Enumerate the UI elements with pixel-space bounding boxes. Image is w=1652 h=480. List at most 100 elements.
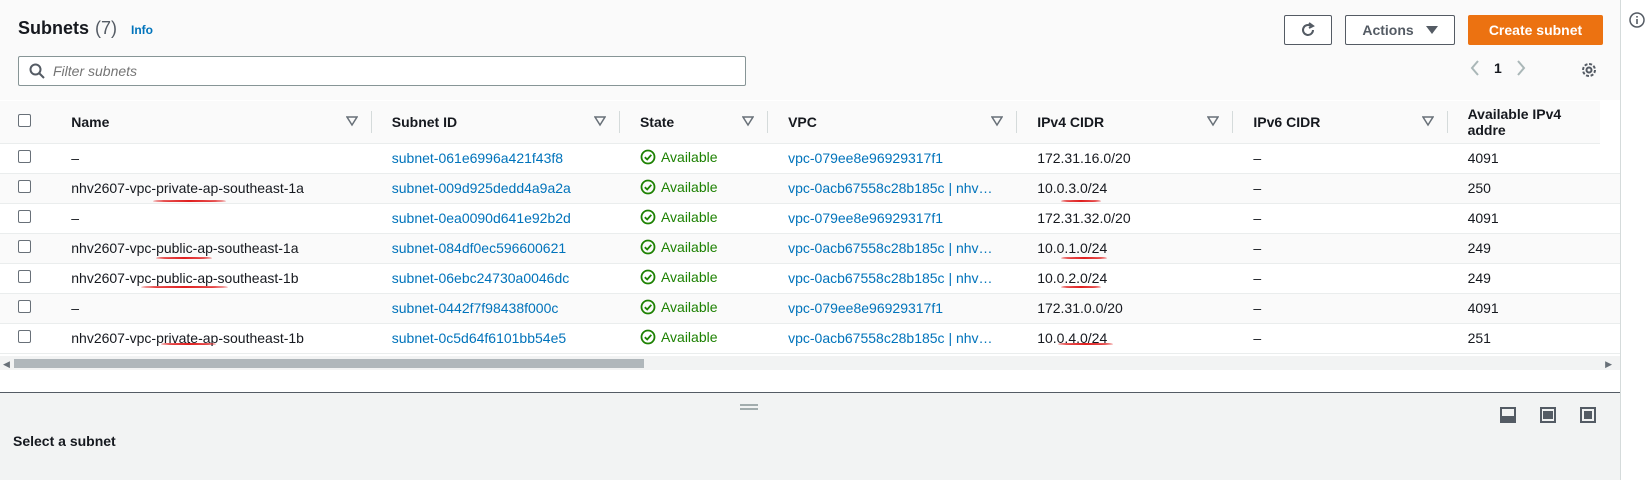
- sort-icon[interactable]: [345, 115, 358, 127]
- cell-ipv6-cidr: –: [1253, 150, 1262, 166]
- column-label: IPv4 CIDR: [1037, 113, 1105, 130]
- actions-button[interactable]: Actions: [1345, 15, 1455, 45]
- column-header-name[interactable]: Name: [51, 101, 372, 144]
- cell-subnet-id-link[interactable]: subnet-0ea0090d641e92b2d: [392, 210, 571, 226]
- check-circle-icon: [640, 179, 656, 194]
- scrollbar-thumb[interactable]: [14, 359, 644, 368]
- select-all-header: [0, 101, 52, 144]
- table-row[interactable]: nhv2607-vpc-public-ap-southeast-1a subnet…: [0, 233, 1620, 264]
- table-row[interactable]: nhv2607-vpc-public-ap-southeast-1b subnet…: [0, 263, 1620, 294]
- cell-available-ipv4: 4091: [1447, 203, 1600, 234]
- cell-vpc-link[interactable]: vpc-079ee8e96929317f1: [788, 300, 943, 316]
- cell-vpc: vpc-0acb67558c28b185c | nhv…: [768, 263, 1018, 294]
- table-row[interactable]: – subnet-061e6996a421f43f8 Available vpc-07…: [0, 143, 1620, 174]
- table-header-row: Name Subnet ID State VPC IPv4 CIDR IPv6 …: [0, 101, 1620, 144]
- cell-subnet-id-link[interactable]: subnet-084df0ec596600621: [392, 240, 566, 256]
- cell-available-ipv4: 249: [1467, 270, 1491, 286]
- cell-vpc-link[interactable]: vpc-079ee8e96929317f1: [788, 150, 943, 166]
- panel-side-icon[interactable]: [1540, 407, 1556, 423]
- panel-bottom-icon[interactable]: [1500, 407, 1516, 423]
- row-select-cell: [0, 323, 52, 354]
- cell-available-ipv4: 4091: [1467, 300, 1499, 316]
- sort-icon[interactable]: [742, 115, 755, 127]
- cell-state: Available: [640, 299, 718, 315]
- table-row[interactable]: nhv2607-vpc-private-ap-southeast-1b subne…: [0, 323, 1620, 354]
- table-row[interactable]: nhv2607-vpc-private-ap-southeast-1a subne…: [0, 173, 1620, 204]
- cell-vpc-link[interactable]: vpc-079ee8e96929317f1: [788, 210, 943, 226]
- cell-available-ipv4: 4091: [1467, 150, 1499, 166]
- row-select-cell: [0, 263, 52, 294]
- scroll-left-icon[interactable]: ◀: [3, 359, 10, 370]
- column-header-vpc[interactable]: VPC: [768, 101, 1018, 144]
- cell-subnet-id-link[interactable]: subnet-06ebc24730a0046dc: [392, 270, 570, 286]
- cell-name: nhv2607-vpc-private-ap-southeast-1b: [71, 330, 304, 346]
- create-subnet-button[interactable]: Create subnet: [1468, 15, 1603, 45]
- subnets-header: Subnets (7) Info Actions Create subnet F…: [0, 0, 1620, 100]
- cell-vpc-link[interactable]: vpc-0acb67558c28b185c | nhv…: [788, 330, 992, 346]
- sort-icon[interactable]: [1207, 115, 1220, 127]
- cell-subnet-id: subnet-061e6996a421f43f8: [371, 143, 620, 174]
- create-subnet-label: Create subnet: [1488, 22, 1583, 38]
- column-header-subnet-id[interactable]: Subnet ID: [371, 101, 620, 144]
- filter-search[interactable]: [18, 56, 746, 86]
- page: Subnets (7) Info Actions Create subnet F…: [0, 0, 1652, 480]
- subnets-table-container[interactable]: Name Subnet ID State VPC IPv4 CIDR IPv6 …: [0, 101, 1620, 356]
- column-header-state[interactable]: State: [619, 101, 769, 144]
- state-label: Available: [660, 178, 718, 195]
- cell-vpc-link[interactable]: vpc-0acb67558c28b185c | nhv…: [788, 270, 992, 286]
- sort-icon[interactable]: [991, 115, 1004, 127]
- cell-available-ipv4: 249: [1447, 263, 1600, 294]
- current-page-number[interactable]: 1: [1494, 60, 1502, 76]
- cell-subnet-id-link[interactable]: subnet-0c5d64f6101bb54e5: [392, 330, 566, 346]
- select-all-checkbox[interactable]: [18, 113, 31, 127]
- info-icon[interactable]: [1629, 12, 1645, 28]
- cell-ipv6-cidr: –: [1233, 173, 1448, 204]
- row-checkbox[interactable]: [18, 240, 31, 253]
- cell-name: nhv2607-vpc-public-ap-southeast-1b: [71, 270, 299, 286]
- drag-handle-icon[interactable]: [740, 404, 758, 410]
- row-checkbox[interactable]: [18, 150, 31, 163]
- cell-vpc-link[interactable]: vpc-0acb67558c28b185c | nhv…: [788, 180, 992, 196]
- select-subnet-message: Select a subnet: [13, 433, 116, 449]
- settings-gear-icon[interactable]: [1580, 61, 1598, 79]
- refresh-button[interactable]: [1284, 15, 1332, 45]
- sort-icon[interactable]: [1421, 115, 1434, 127]
- cell-subnet-id: subnet-0ea0090d641e92b2d: [371, 203, 620, 234]
- cell-available-ipv4: 250: [1467, 180, 1491, 196]
- row-checkbox[interactable]: [18, 210, 31, 223]
- cell-vpc-link[interactable]: vpc-0acb67558c28b185c | nhv…: [788, 240, 992, 256]
- row-checkbox[interactable]: [18, 300, 31, 313]
- column-header-ipv4-cidr[interactable]: IPv4 CIDR: [1017, 101, 1234, 144]
- cell-filler: [1600, 323, 1620, 354]
- cell-subnet-id: subnet-009d925dedd4a9a2a: [371, 173, 620, 204]
- row-checkbox[interactable]: [18, 270, 31, 283]
- cell-state: Available: [640, 329, 718, 345]
- cell-ipv6-cidr: –: [1233, 143, 1448, 174]
- cell-subnet-id-link[interactable]: subnet-009d925dedd4a9a2a: [392, 180, 571, 196]
- panel-hide-icon[interactable]: [1580, 407, 1596, 423]
- row-checkbox[interactable]: [18, 180, 31, 193]
- info-link[interactable]: Info: [131, 23, 153, 37]
- column-label: IPv6 CIDR: [1253, 113, 1321, 130]
- cell-filler: [1600, 233, 1620, 264]
- table-row[interactable]: – subnet-0442f7f98438f000c Available vpc-07…: [0, 293, 1620, 324]
- horizontal-scrollbar[interactable]: ◀ ▶: [0, 356, 1620, 370]
- table-row[interactable]: – subnet-0ea0090d641e92b2d Available vpc-07…: [0, 203, 1620, 234]
- cell-subnet-id-link[interactable]: subnet-0442f7f98438f000c: [392, 300, 559, 316]
- cell-filler: [1600, 203, 1620, 234]
- cell-ipv6-cidr: –: [1253, 180, 1262, 196]
- sort-icon[interactable]: [593, 115, 606, 127]
- filter-subnets-input[interactable]: [53, 63, 713, 79]
- column-header-available-ipv4[interactable]: Available IPv4 addre: [1447, 101, 1600, 144]
- previous-page-icon[interactable]: [1470, 60, 1480, 76]
- cell-available-ipv4: 4091: [1447, 293, 1600, 324]
- column-header-ipv6-cidr[interactable]: IPv6 CIDR: [1233, 101, 1448, 144]
- scroll-right-icon[interactable]: ▶: [1605, 359, 1612, 370]
- check-circle-icon: [640, 149, 656, 164]
- cell-state: Available: [640, 149, 718, 165]
- next-page-icon[interactable]: [1516, 60, 1526, 76]
- cell-subnet-id-link[interactable]: subnet-061e6996a421f43f8: [392, 150, 563, 166]
- refresh-icon: [1302, 22, 1315, 36]
- row-checkbox[interactable]: [18, 330, 31, 343]
- cell-state: Available: [619, 203, 769, 234]
